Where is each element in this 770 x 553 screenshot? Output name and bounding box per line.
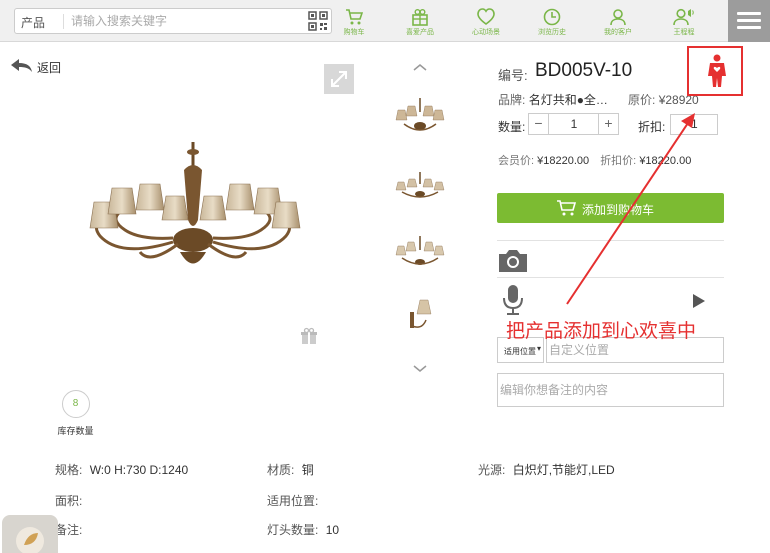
annotation-highlight-box (687, 46, 743, 96)
favorite-person-icon[interactable] (706, 54, 728, 88)
annotation-arrow (566, 113, 695, 305)
annotation-caption: 把产品添加到心欢喜中 (506, 320, 697, 342)
